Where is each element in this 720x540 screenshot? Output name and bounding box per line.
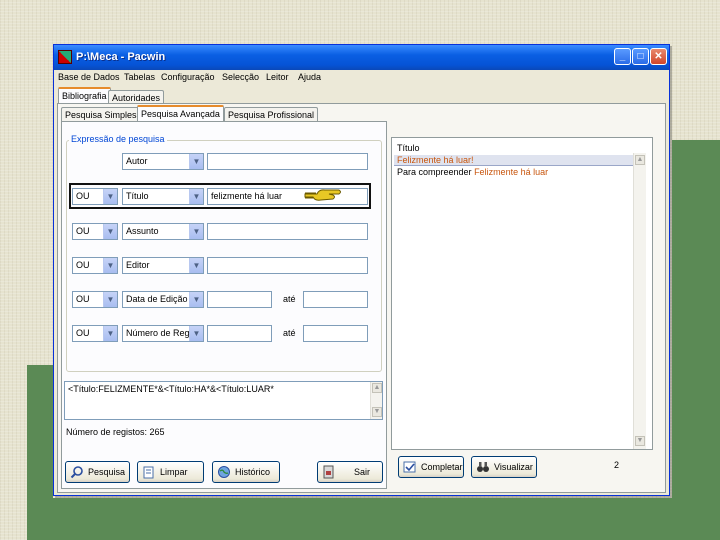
- operator-value: OU: [76, 260, 90, 270]
- result-title: Felizmente há luar: [474, 167, 549, 177]
- search-term-input-1[interactable]: [207, 153, 368, 170]
- view-button[interactable]: Visualizar: [471, 456, 537, 478]
- tab-pesquisa-profissional[interactable]: Pesquisa Profissional: [224, 107, 319, 121]
- magnifier-icon: [70, 465, 84, 479]
- field-select-1[interactable]: Autor ▼: [122, 153, 204, 170]
- tab-bibliografia[interactable]: Bibliografia: [58, 87, 111, 103]
- range-to-input-6[interactable]: [303, 325, 368, 342]
- history-button-label: Histórico: [235, 467, 271, 477]
- chevron-down-icon[interactable]: ▼: [103, 258, 117, 273]
- results-count: 2: [614, 460, 620, 470]
- query-expression-box[interactable]: <Título:FELIZMENTE*&<Título:HA*&<Título:…: [64, 381, 383, 420]
- tab-pesquisa-simples[interactable]: Pesquisa Simples: [61, 107, 141, 121]
- tab-autoridades[interactable]: Autoridades: [108, 90, 165, 103]
- search-term-input-3[interactable]: [207, 223, 368, 240]
- query-scrollbar[interactable]: ▲ ▼: [370, 382, 382, 419]
- result-title: Felizmente há luar!: [397, 155, 474, 165]
- scroll-up-icon[interactable]: ▲: [372, 383, 382, 393]
- field-select-value: Número de Regi: [126, 328, 192, 338]
- title-bar[interactable]: P:\Meca - Pacwin _ □ ✕: [54, 45, 669, 70]
- clear-button-label: Limpar: [160, 467, 188, 477]
- menu-ajuda[interactable]: Ajuda: [298, 72, 321, 82]
- globe-icon: [217, 465, 231, 479]
- menu-bar: Base de Dados Tabelas Configuração Selec…: [54, 70, 669, 86]
- results-header: Título: [397, 143, 420, 153]
- search-button-label: Pesquisa: [88, 467, 126, 477]
- scroll-down-icon[interactable]: ▼: [372, 407, 382, 417]
- field-select-6[interactable]: Número de Regi ▼: [122, 325, 204, 342]
- chevron-down-icon[interactable]: ▼: [103, 224, 117, 239]
- app-window: P:\Meca - Pacwin _ □ ✕ Base de Dados Tab…: [53, 44, 670, 496]
- complete-button[interactable]: Completar: [398, 456, 464, 478]
- menu-tabelas[interactable]: Tabelas: [124, 72, 155, 82]
- close-button[interactable]: ✕: [650, 48, 667, 65]
- operator-select-6[interactable]: OU ▼: [72, 325, 118, 342]
- complete-icon: [403, 460, 417, 474]
- range-to-label: até: [283, 328, 296, 338]
- field-select-value: Autor: [126, 156, 148, 166]
- result-prefix: Para compreender: [397, 167, 472, 177]
- operator-select-5[interactable]: OU ▼: [72, 291, 118, 308]
- complete-button-label: Completar: [421, 462, 463, 472]
- menu-base-de-dados[interactable]: Base de Dados: [58, 72, 120, 82]
- search-term-input-4[interactable]: [207, 257, 368, 274]
- field-select-4[interactable]: Editor ▼: [122, 257, 204, 274]
- view-button-label: Visualizar: [494, 462, 533, 472]
- field-select-value: Data de Edição: [126, 294, 188, 304]
- operator-value: OU: [76, 226, 90, 236]
- chevron-down-icon[interactable]: ▼: [189, 154, 203, 169]
- chevron-down-icon[interactable]: ▼: [189, 258, 203, 273]
- history-button[interactable]: Histórico: [212, 461, 280, 483]
- binoculars-icon: [476, 460, 490, 474]
- result-row-2[interactable]: Para compreender Felizmente há luar: [394, 167, 634, 177]
- exit-button-label: Sair: [354, 467, 371, 477]
- maximize-button[interactable]: □: [632, 48, 649, 65]
- field-select-value: Assunto: [126, 226, 159, 236]
- expression-group-label: Expressão de pesquisa: [69, 134, 167, 144]
- chevron-down-icon[interactable]: ▼: [103, 326, 117, 341]
- operator-value: OU: [76, 328, 90, 338]
- tab-pesquisa-avancada[interactable]: Pesquisa Avançada: [137, 105, 224, 121]
- scroll-down-icon[interactable]: ▼: [635, 436, 645, 446]
- chevron-down-icon[interactable]: ▼: [189, 292, 203, 307]
- menu-configuracao[interactable]: Configuração: [161, 72, 215, 82]
- result-row-1[interactable]: Felizmente há luar!: [394, 155, 634, 166]
- clear-button[interactable]: Limpar: [137, 461, 204, 483]
- clear-icon: [142, 465, 156, 479]
- range-from-input-5[interactable]: [207, 291, 272, 308]
- menu-leitor[interactable]: Leitor: [266, 72, 289, 82]
- field-select-value: Editor: [126, 260, 150, 270]
- operator-select-4[interactable]: OU ▼: [72, 257, 118, 274]
- chevron-down-icon[interactable]: ▼: [103, 292, 117, 307]
- record-count: Número de registos: 265: [66, 427, 165, 437]
- field-select-5[interactable]: Data de Edição ▼: [122, 291, 204, 308]
- chevron-down-icon[interactable]: ▼: [189, 224, 203, 239]
- exit-door-icon: [322, 465, 336, 479]
- field-select-3[interactable]: Assunto ▼: [122, 223, 204, 240]
- menu-seleccao[interactable]: Selecção: [222, 72, 259, 82]
- operator-select-3[interactable]: OU ▼: [72, 223, 118, 240]
- range-from-input-6[interactable]: [207, 325, 272, 342]
- pointing-hand-icon: [303, 185, 343, 207]
- search-button[interactable]: Pesquisa: [65, 461, 130, 483]
- exit-button[interactable]: Sair: [317, 461, 383, 483]
- operator-value: OU: [76, 294, 90, 304]
- minimize-button[interactable]: _: [614, 48, 631, 65]
- results-scrollbar[interactable]: ▲ ▼: [633, 153, 646, 449]
- scroll-up-icon[interactable]: ▲: [635, 155, 645, 165]
- app-icon: [58, 50, 72, 64]
- chevron-down-icon[interactable]: ▼: [189, 326, 203, 341]
- range-to-input-5[interactable]: [303, 291, 368, 308]
- results-panel: [391, 137, 653, 450]
- background-green-block: [672, 140, 720, 540]
- background-green-bottom: [27, 498, 720, 540]
- window-title: P:\Meca - Pacwin: [76, 51, 166, 63]
- query-expression-text: <Título:FELIZMENTE*&<Título:HA*&<Título:…: [68, 384, 274, 394]
- range-to-label: até: [283, 294, 296, 304]
